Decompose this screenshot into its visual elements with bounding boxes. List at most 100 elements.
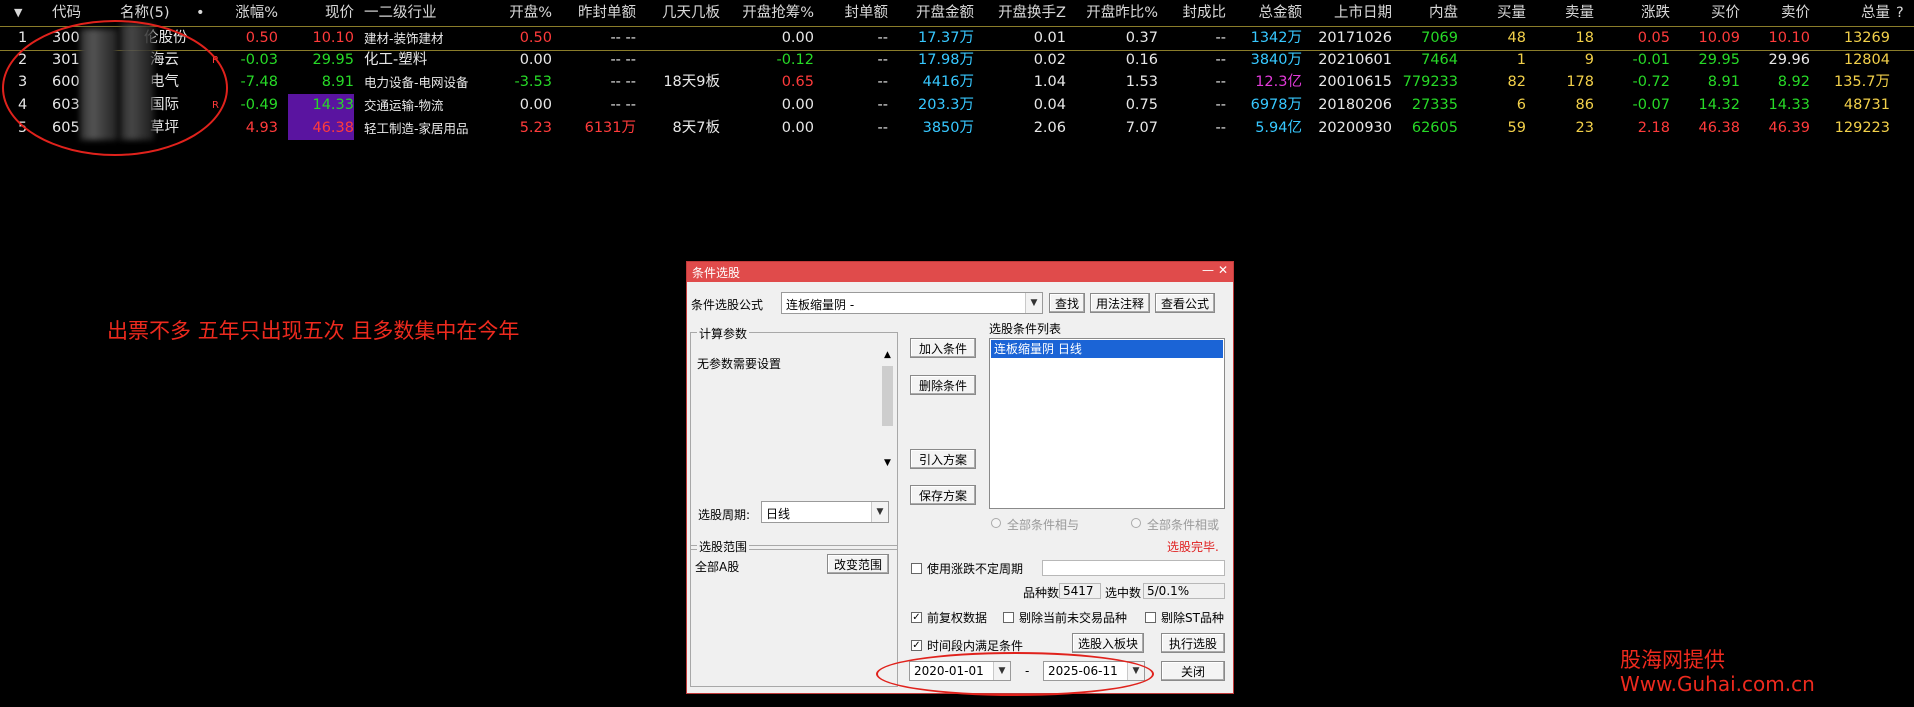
col-bid-header[interactable]: 买价 bbox=[1678, 0, 1740, 26]
open-pct: 5.23 bbox=[519, 120, 552, 136]
inner-vol: 7464 bbox=[1421, 52, 1458, 68]
exclude-st-checkbox[interactable] bbox=[1145, 612, 1156, 623]
col-open-ratio-header[interactable]: 开盘昨比% bbox=[1074, 0, 1158, 26]
condition-list[interactable]: 连板缩量阴 日线 bbox=[989, 338, 1225, 509]
seal-amt: -- bbox=[877, 74, 888, 90]
delete-condition-button[interactable]: 删除条件 bbox=[910, 375, 976, 395]
buy-vol: 59 bbox=[1507, 120, 1526, 136]
close-icon[interactable]: ✕ bbox=[1216, 263, 1230, 277]
minimize-icon[interactable]: — bbox=[1201, 263, 1215, 277]
open-pct: 0.00 bbox=[519, 52, 552, 68]
change: 0.05 bbox=[1637, 30, 1670, 46]
col-boards-header[interactable]: 几天几板 bbox=[646, 0, 720, 26]
col-dot-header[interactable]: • bbox=[196, 0, 205, 26]
import-plan-button[interactable]: 引入方案 bbox=[910, 449, 976, 469]
chevron-down-icon[interactable]: ▼ bbox=[1025, 293, 1042, 313]
col-sell-vol-header[interactable]: 卖量 bbox=[1534, 0, 1594, 26]
add-condition-button[interactable]: 加入条件 bbox=[910, 338, 976, 358]
col-list-date-header[interactable]: 上市日期 bbox=[1310, 0, 1392, 26]
exclude-untraded-checkbox[interactable] bbox=[1003, 612, 1014, 623]
chevron-down-icon[interactable]: ▼ bbox=[871, 502, 888, 522]
col-turnover-header[interactable]: 开盘换手Z bbox=[984, 0, 1066, 26]
total-amt: 6978万 bbox=[1250, 97, 1302, 113]
list-date: 20200930 bbox=[1318, 120, 1392, 136]
close-dialog-button[interactable]: 关闭 bbox=[1161, 661, 1225, 681]
col-inner-header[interactable]: 内盘 bbox=[1400, 0, 1458, 26]
help-icon[interactable]: ? bbox=[1896, 0, 1904, 26]
col-volume-header[interactable]: 总量 bbox=[1818, 0, 1890, 26]
radio-or[interactable] bbox=[1131, 518, 1141, 528]
selected-label: 选中数 bbox=[1105, 586, 1142, 600]
time-range-checkbox[interactable]: ✓ bbox=[911, 640, 922, 651]
usage-notes-button[interactable]: 用法注释 bbox=[1090, 293, 1150, 313]
grab-pct: 0.00 bbox=[781, 120, 814, 136]
params-scrollbar[interactable]: ▲ ▼ bbox=[881, 350, 894, 468]
col-prev-seal-header[interactable]: 昨封单额 bbox=[560, 0, 636, 26]
bid: 14.32 bbox=[1698, 97, 1740, 113]
scroll-thumb[interactable] bbox=[882, 366, 893, 426]
radio-and-label: 全部条件相与 bbox=[1007, 518, 1080, 532]
table-row[interactable]: 1 300 伦股份 0.50 10.10 建材-装饰建材 0.50 -- -- … bbox=[0, 27, 1914, 51]
col-open-pct-header[interactable]: 开盘% bbox=[490, 0, 552, 26]
col-chg-header[interactable]: 涨幅% bbox=[220, 0, 278, 26]
col-seal-header[interactable]: 封单额 bbox=[826, 0, 889, 26]
prev-seal: 6131万 bbox=[584, 120, 636, 136]
table-row[interactable]: 5 605 草坪 4.93 46.38 轻工制造-家居用品 5.23 6131万… bbox=[0, 117, 1914, 140]
run-select-button[interactable]: 执行选股 bbox=[1161, 633, 1225, 653]
pre-adjust-checkbox[interactable]: ✓ bbox=[911, 612, 922, 623]
col-price-header[interactable]: 现价 bbox=[300, 0, 354, 26]
open-ratio: 0.75 bbox=[1125, 97, 1158, 113]
change-range-button[interactable]: 改变范围 bbox=[827, 554, 889, 574]
find-button[interactable]: 查找 bbox=[1049, 293, 1085, 313]
col-change-header[interactable]: 涨跌 bbox=[1602, 0, 1670, 26]
col-total-amt-header[interactable]: 总金额 bbox=[1236, 0, 1303, 26]
prev-seal: -- -- bbox=[610, 52, 636, 68]
col-grab-header[interactable]: 开盘抢筹% bbox=[730, 0, 814, 26]
total-amt: 1342万 bbox=[1250, 30, 1302, 46]
price: 29.95 bbox=[312, 52, 354, 68]
annotation-note: 出票不多 五年只出现五次 且多数集中在今年 bbox=[107, 319, 520, 343]
scroll-up-icon[interactable]: ▲ bbox=[881, 350, 894, 360]
price: 10.10 bbox=[312, 30, 354, 46]
annotation-ellipse-names bbox=[2, 20, 228, 156]
volume: 48731 bbox=[1843, 97, 1890, 113]
col-industry-header[interactable]: 一二级行业 bbox=[364, 0, 437, 26]
col-code-header[interactable]: 代码 bbox=[52, 0, 81, 26]
table-row[interactable]: 2 301 海云 R -0.03 29.95 化工-塑料 0.00 -- -- … bbox=[0, 49, 1914, 72]
sell-vol: 86 bbox=[1575, 97, 1594, 113]
col-seal-ratio-header[interactable]: 封成比 bbox=[1168, 0, 1227, 26]
view-formula-button[interactable]: 查看公式 bbox=[1155, 293, 1215, 313]
to-block-button[interactable]: 选股入板块 bbox=[1072, 633, 1144, 653]
dialog-title-bar[interactable]: 条件选股 — ✕ bbox=[687, 262, 1233, 282]
save-plan-button[interactable]: 保存方案 bbox=[910, 485, 976, 505]
col-buy-vol-header[interactable]: 买量 bbox=[1466, 0, 1526, 26]
total-amt: 3840万 bbox=[1250, 52, 1302, 68]
condition-list-title: 选股条件列表 bbox=[989, 322, 1062, 336]
table-row[interactable]: 4 603 国际 R -0.49 14.33 交通运输-物流 0.00 -- -… bbox=[0, 94, 1914, 117]
formula-label: 条件选股公式 bbox=[691, 298, 764, 312]
chg-pct: 4.93 bbox=[245, 120, 278, 136]
table-row[interactable]: 3 600 电气 -7.48 8.91 电力设备-电网设备 -3.53 -- -… bbox=[0, 71, 1914, 94]
use-period-checkbox[interactable] bbox=[911, 563, 922, 574]
sell-vol: 23 bbox=[1575, 120, 1594, 136]
grab-pct: 0.00 bbox=[781, 97, 814, 113]
dialog-title: 条件选股 bbox=[692, 266, 741, 280]
col-ask-header[interactable]: 卖价 bbox=[1748, 0, 1810, 26]
sort-menu-icon[interactable]: ▼ bbox=[14, 0, 22, 26]
period-select[interactable]: 日线 ▼ bbox=[761, 501, 889, 523]
scroll-down-icon[interactable]: ▼ bbox=[881, 458, 894, 468]
boards: 8天7板 bbox=[672, 120, 720, 136]
radio-and[interactable] bbox=[991, 518, 1001, 528]
boards bbox=[646, 49, 720, 72]
condition-list-item[interactable]: 连板缩量阴 日线 bbox=[991, 340, 1223, 358]
chg-pct: 0.50 bbox=[245, 30, 278, 46]
list-date: 20210601 bbox=[1318, 52, 1392, 68]
condition-select-dialog: 条件选股 — ✕ 条件选股公式 连板缩量阴 - ▼ 查找 用法注释 查看公式 计… bbox=[686, 261, 1234, 694]
formula-select[interactable]: 连板缩量阴 - ▼ bbox=[781, 292, 1043, 314]
col-open-amt-header[interactable]: 开盘金额 bbox=[896, 0, 974, 26]
industry: 电力设备-电网设备 bbox=[364, 75, 469, 90]
turnover: 0.02 bbox=[1033, 52, 1066, 68]
period-field[interactable] bbox=[1042, 560, 1225, 576]
buy-vol: 82 bbox=[1507, 74, 1526, 90]
seal-ratio: -- bbox=[1215, 74, 1226, 90]
